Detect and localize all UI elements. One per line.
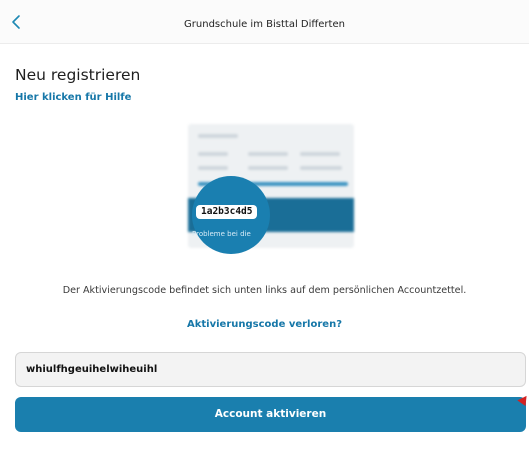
sample-code: 1a2b3c4d5 <box>196 205 258 219</box>
activation-code-input[interactable] <box>15 352 526 387</box>
activate-account-button[interactable]: Account aktivieren <box>15 397 526 432</box>
lost-code-link[interactable]: Aktivierungscode verloren? <box>0 319 529 330</box>
help-link[interactable]: Hier klicken für Hilfe <box>15 92 131 103</box>
account-slip-illustration: 1a2b3c4d5 Probleme bei die <box>184 118 354 258</box>
page-title: Neu registrieren <box>15 66 141 84</box>
top-bar: Grundschule im Bisttal Differten <box>0 0 529 44</box>
activation-code-hint: Der Aktivierungscode befindet sich unten… <box>62 285 467 296</box>
illustration-caption: Probleme bei die <box>192 230 251 238</box>
school-title: Grundschule im Bisttal Differten <box>184 19 345 30</box>
